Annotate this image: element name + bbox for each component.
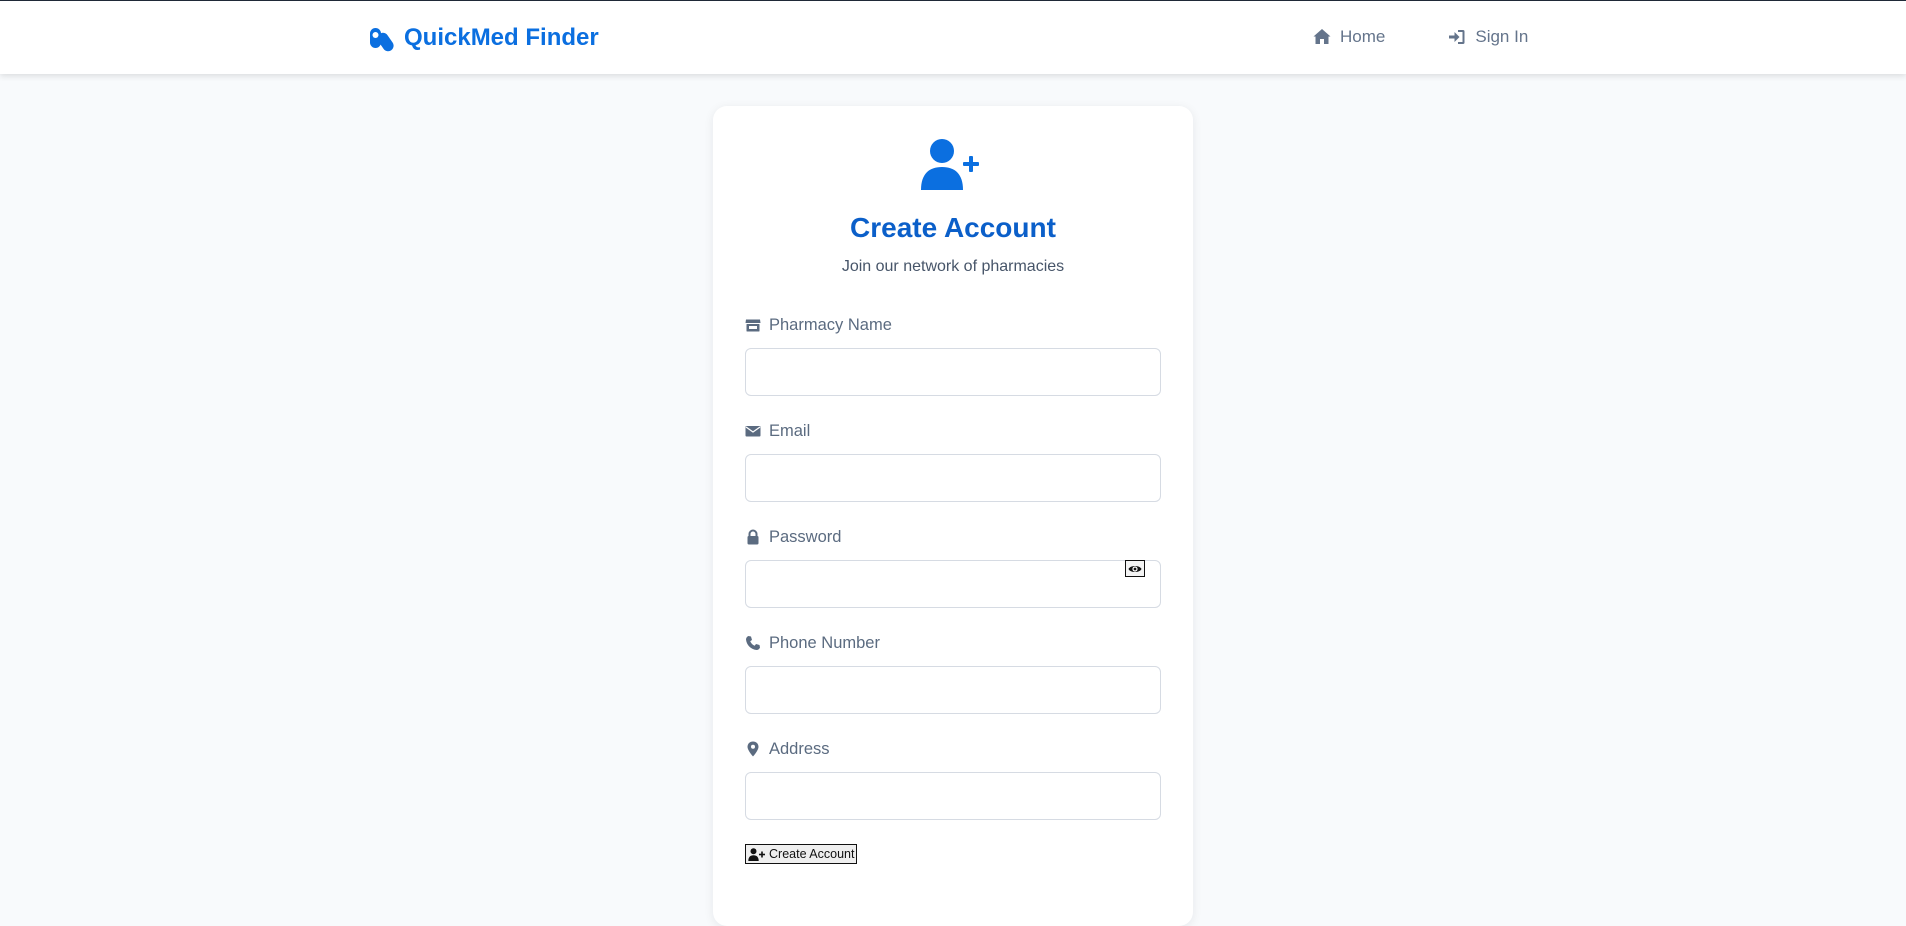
phone-number-label: Phone Number bbox=[745, 632, 1161, 654]
nav-link-label: Home bbox=[1340, 27, 1386, 46]
nav-link-label: Sign In bbox=[1475, 27, 1529, 46]
address-input[interactable] bbox=[745, 772, 1161, 820]
page-title: Create Account bbox=[850, 212, 1056, 243]
password-input-wrapper bbox=[745, 560, 1161, 608]
create-account-button-label: Create Account bbox=[769, 847, 855, 861]
nav-link-home[interactable]: Home bbox=[1312, 27, 1385, 47]
email-input[interactable] bbox=[745, 454, 1161, 502]
create-account-button[interactable]: Create Account bbox=[745, 844, 858, 864]
brand-logo[interactable]: QuickMed Finder bbox=[368, 21, 599, 55]
show-password-toggle[interactable] bbox=[1125, 560, 1145, 577]
capsules-icon bbox=[370, 28, 394, 52]
phone-number-field: Phone Number bbox=[745, 632, 1161, 714]
pharmacy-name-field: Pharmacy Name bbox=[745, 314, 1161, 396]
password-field: Password bbox=[745, 526, 1161, 608]
eye-icon bbox=[1128, 565, 1142, 572]
nav-link-sign-in[interactable]: Sign In bbox=[1447, 27, 1528, 47]
phone-icon bbox=[746, 636, 760, 650]
phone-number-input[interactable] bbox=[745, 666, 1161, 714]
create-account-card: Create Account Join our network of pharm… bbox=[713, 106, 1193, 926]
page-subtitle: Join our network of pharmacies bbox=[841, 258, 1065, 275]
password-input[interactable] bbox=[745, 560, 1161, 608]
navbar: QuickMed Finder Home Sign In bbox=[0, 0, 1906, 74]
envelope-icon bbox=[745, 426, 761, 437]
password-label: Password bbox=[745, 526, 1161, 548]
store-icon bbox=[745, 319, 761, 332]
address-label: Address bbox=[745, 738, 1161, 760]
address-field: Address bbox=[745, 738, 1161, 820]
email-field: Email bbox=[745, 420, 1161, 502]
pharmacy-name-label: Pharmacy Name bbox=[745, 314, 1161, 336]
map-pin-icon bbox=[747, 741, 759, 757]
brand-name: QuickMed Finder bbox=[404, 24, 599, 51]
nav-links: Home Sign In bbox=[1312, 27, 1528, 47]
user-plus-icon bbox=[748, 847, 765, 861]
email-label: Email bbox=[745, 420, 1161, 442]
user-plus-icon bbox=[921, 139, 979, 190]
pharmacy-name-input[interactable] bbox=[745, 348, 1161, 396]
lock-icon bbox=[747, 529, 759, 545]
sign-in-icon bbox=[1449, 30, 1465, 44]
home-icon bbox=[1313, 29, 1331, 44]
